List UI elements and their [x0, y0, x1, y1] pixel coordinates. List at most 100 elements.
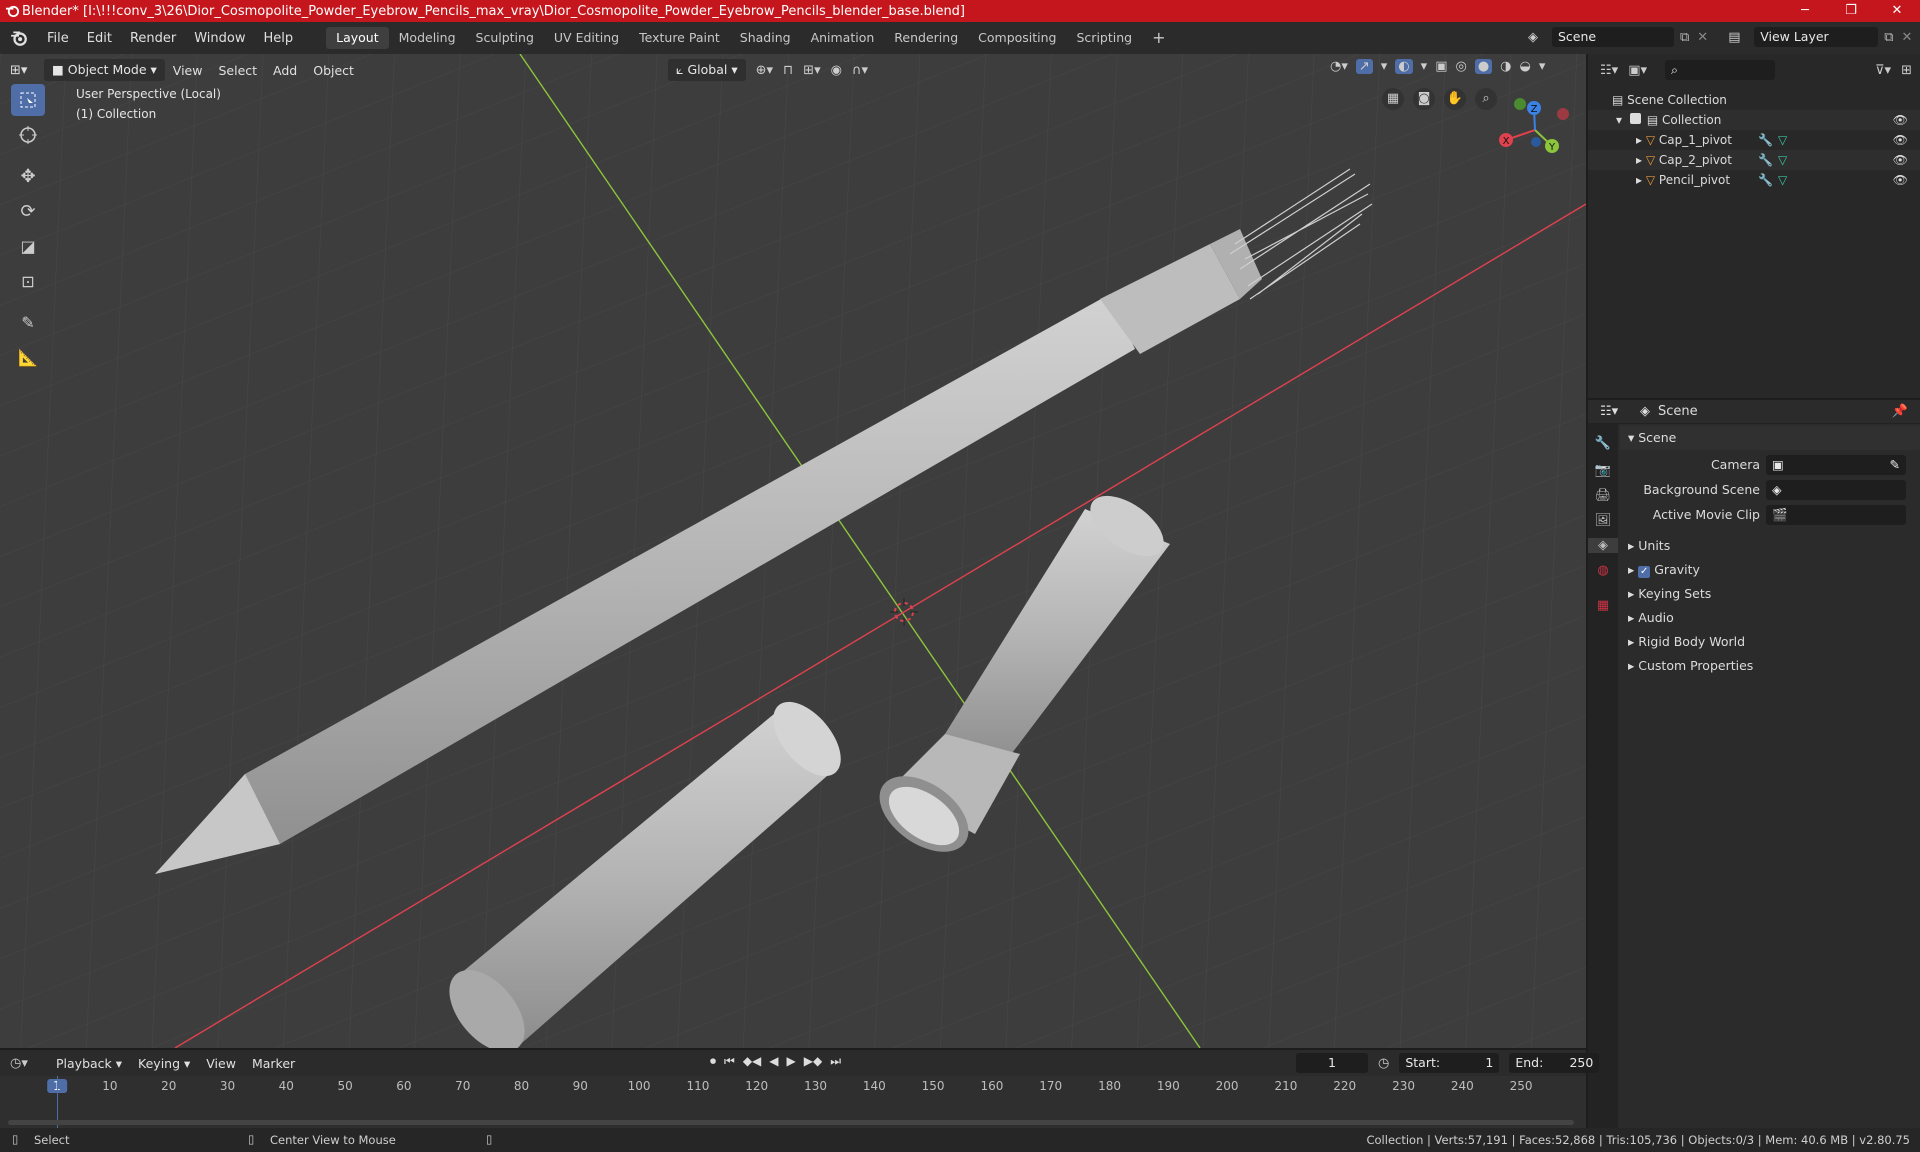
gizmo-dropdown-icon[interactable]: ▾: [1381, 59, 1388, 74]
render-tab-icon[interactable]: 📷: [1588, 463, 1618, 478]
menu-edit[interactable]: Edit: [78, 31, 121, 46]
end-frame-field[interactable]: End: 250: [1509, 1053, 1600, 1073]
menu-render[interactable]: Render: [121, 31, 185, 46]
tool-tab-icon[interactable]: 🔧: [1588, 436, 1618, 451]
outliner-row-scene-collection[interactable]: ▤ Scene Collection: [1588, 90, 1920, 110]
overlay-dropdown-icon[interactable]: ▾: [1421, 59, 1428, 74]
section-audio[interactable]: ▸ Audio: [1620, 606, 1920, 630]
scene-panel-header[interactable]: ▾ Scene: [1620, 426, 1920, 450]
pan-hand-icon[interactable]: ✋: [1444, 88, 1466, 110]
outliner-row-cap-2[interactable]: ▸ ▽ Cap_2_pivot 🔧 ▽ 👁: [1588, 150, 1920, 170]
delete-scene-icon[interactable]: ✕: [1697, 30, 1708, 45]
timeline-track[interactable]: 1102030405060708090100110120130140150160…: [0, 1076, 1586, 1128]
transform-icon[interactable]: ⊡: [11, 265, 45, 297]
output-tab-icon[interactable]: 🖨: [1588, 488, 1618, 503]
scale-icon[interactable]: ◪: [11, 230, 45, 262]
camera-view-icon[interactable]: ◙: [1413, 88, 1435, 110]
menu-file[interactable]: File: [38, 31, 78, 46]
menu-marker[interactable]: Marker: [244, 1056, 303, 1071]
new-collection-icon[interactable]: ⊞: [1901, 63, 1912, 78]
menu-select[interactable]: Select: [210, 63, 265, 78]
move-icon[interactable]: ✥: [11, 160, 45, 192]
outliner-editor-icon[interactable]: ☷▾: [1600, 63, 1618, 78]
mesh-data-icon[interactable]: ▽: [1778, 150, 1787, 170]
tab-modeling[interactable]: Modeling: [389, 27, 466, 49]
outliner-row-pencil[interactable]: ▸ ▽ Pencil_pivot 🔧 ▽ 👁: [1588, 170, 1920, 190]
eyedropper-icon[interactable]: ✎: [1890, 455, 1900, 475]
object-mode-dropdown[interactable]: ■ Object Mode ▾: [44, 59, 165, 81]
tab-texture-paint[interactable]: Texture Paint: [629, 27, 730, 49]
tab-animation[interactable]: Animation: [801, 27, 885, 49]
grid-view-icon[interactable]: ▦: [1382, 88, 1404, 110]
gravity-checkbox[interactable]: ✓: [1638, 566, 1651, 578]
texture-tab-icon[interactable]: ▦: [1588, 598, 1618, 613]
checkbox-icon[interactable]: [1629, 113, 1641, 124]
menu-view[interactable]: View: [165, 63, 211, 78]
scene-tab-icon[interactable]: ◈: [1588, 538, 1618, 553]
new-scene-icon[interactable]: ⧉: [1680, 30, 1689, 45]
annotate-icon[interactable]: ✎: [11, 306, 45, 338]
overlay-toggle-icon[interactable]: ◐: [1395, 59, 1413, 74]
display-mode-icon[interactable]: ▣▾: [1628, 63, 1647, 78]
eye-icon[interactable]: 👁: [1893, 170, 1908, 190]
eye-icon[interactable]: 👁: [1893, 150, 1908, 170]
add-workspace-button[interactable]: +: [1142, 27, 1175, 49]
mesh-data-icon[interactable]: ▽: [1778, 130, 1787, 150]
measure-icon[interactable]: 📐: [11, 341, 45, 373]
outliner-search-input[interactable]: ⌕: [1665, 60, 1775, 80]
section-custom-properties[interactable]: ▸ Custom Properties: [1620, 654, 1920, 678]
section-units[interactable]: ▸ Units: [1620, 534, 1920, 558]
world-tab-icon[interactable]: ◍: [1588, 563, 1618, 578]
snap-icon[interactable]: ⊓: [783, 63, 793, 78]
background-scene-field[interactable]: ◈: [1766, 480, 1906, 500]
clock-icon[interactable]: ◷: [1378, 1056, 1389, 1071]
snap-element-icon[interactable]: ⊞▾: [803, 63, 820, 78]
menu-window[interactable]: Window: [185, 31, 254, 46]
outliner-row-collection[interactable]: ▾ ▤ Collection 👁: [1588, 110, 1920, 130]
properties-editor-icon[interactable]: ☷▾: [1600, 404, 1640, 419]
record-icon[interactable]: ⏺: [710, 1054, 716, 1069]
jump-start-icon[interactable]: ⏮: [724, 1054, 735, 1069]
xray-icon[interactable]: ▣: [1435, 59, 1447, 74]
mesh-data-icon[interactable]: ▽: [1778, 170, 1787, 190]
navigation-gizmo[interactable]: X Y Z: [1490, 90, 1580, 170]
editor-type-icon[interactable]: ⊞▾: [10, 63, 44, 78]
falloff-icon[interactable]: ∩▾: [852, 63, 868, 78]
filter-icon[interactable]: ⊽▾: [1875, 63, 1891, 78]
camera-field[interactable]: ▣ ✎: [1766, 455, 1906, 475]
rendered-shading-icon[interactable]: ◒: [1520, 59, 1531, 74]
pin-icon[interactable]: 📌: [1892, 404, 1908, 419]
new-view-layer-icon[interactable]: ⧉: [1884, 30, 1893, 45]
prev-keyframe-icon[interactable]: ◆◀: [743, 1054, 761, 1069]
select-box-icon[interactable]: [11, 84, 45, 116]
blender-menu-icon[interactable]: [8, 29, 30, 47]
timeline-scrollbar[interactable]: [8, 1120, 1574, 1125]
tab-scripting[interactable]: Scripting: [1067, 27, 1143, 49]
outliner-row-cap-1[interactable]: ▸ ▽ Cap_1_pivot 🔧 ▽ 👁: [1588, 130, 1920, 150]
jump-end-icon[interactable]: ⏭: [830, 1054, 841, 1069]
eye-icon[interactable]: 👁: [1893, 110, 1908, 130]
play-reverse-icon[interactable]: ◀: [769, 1054, 778, 1069]
transform-orientation-dropdown[interactable]: ⟀ Global ▾: [668, 59, 746, 81]
delete-view-layer-icon[interactable]: ✕: [1902, 30, 1913, 45]
rotate-icon[interactable]: ⟳: [11, 195, 45, 227]
wireframe-shading-icon[interactable]: ◎: [1455, 59, 1466, 74]
section-keying-sets[interactable]: ▸ Keying Sets: [1620, 582, 1920, 606]
view-layer-tab-icon[interactable]: 🖼: [1588, 513, 1618, 528]
tab-sculpting[interactable]: Sculpting: [466, 27, 544, 49]
tab-shading[interactable]: Shading: [730, 27, 801, 49]
3d-viewport[interactable]: ⊞▾ ■ Object Mode ▾ View Select Add Objec…: [0, 54, 1586, 1048]
scene-field[interactable]: Scene: [1552, 27, 1674, 47]
modifier-icon[interactable]: 🔧: [1758, 130, 1773, 150]
menu-object[interactable]: Object: [305, 63, 362, 78]
tab-compositing[interactable]: Compositing: [968, 27, 1066, 49]
expand-arrow-icon[interactable]: ▸: [1636, 133, 1646, 147]
material-shading-icon[interactable]: ◑: [1500, 59, 1511, 74]
close-button[interactable]: ✕: [1874, 0, 1920, 22]
expand-arrow-icon[interactable]: ▾: [1616, 113, 1626, 127]
menu-playback[interactable]: Playback ▾: [48, 1056, 130, 1071]
menu-help[interactable]: Help: [255, 31, 303, 46]
maximize-button[interactable]: ❐: [1828, 0, 1874, 22]
tab-uv-editing[interactable]: UV Editing: [544, 27, 629, 49]
proportional-edit-icon[interactable]: ◉: [831, 63, 842, 78]
